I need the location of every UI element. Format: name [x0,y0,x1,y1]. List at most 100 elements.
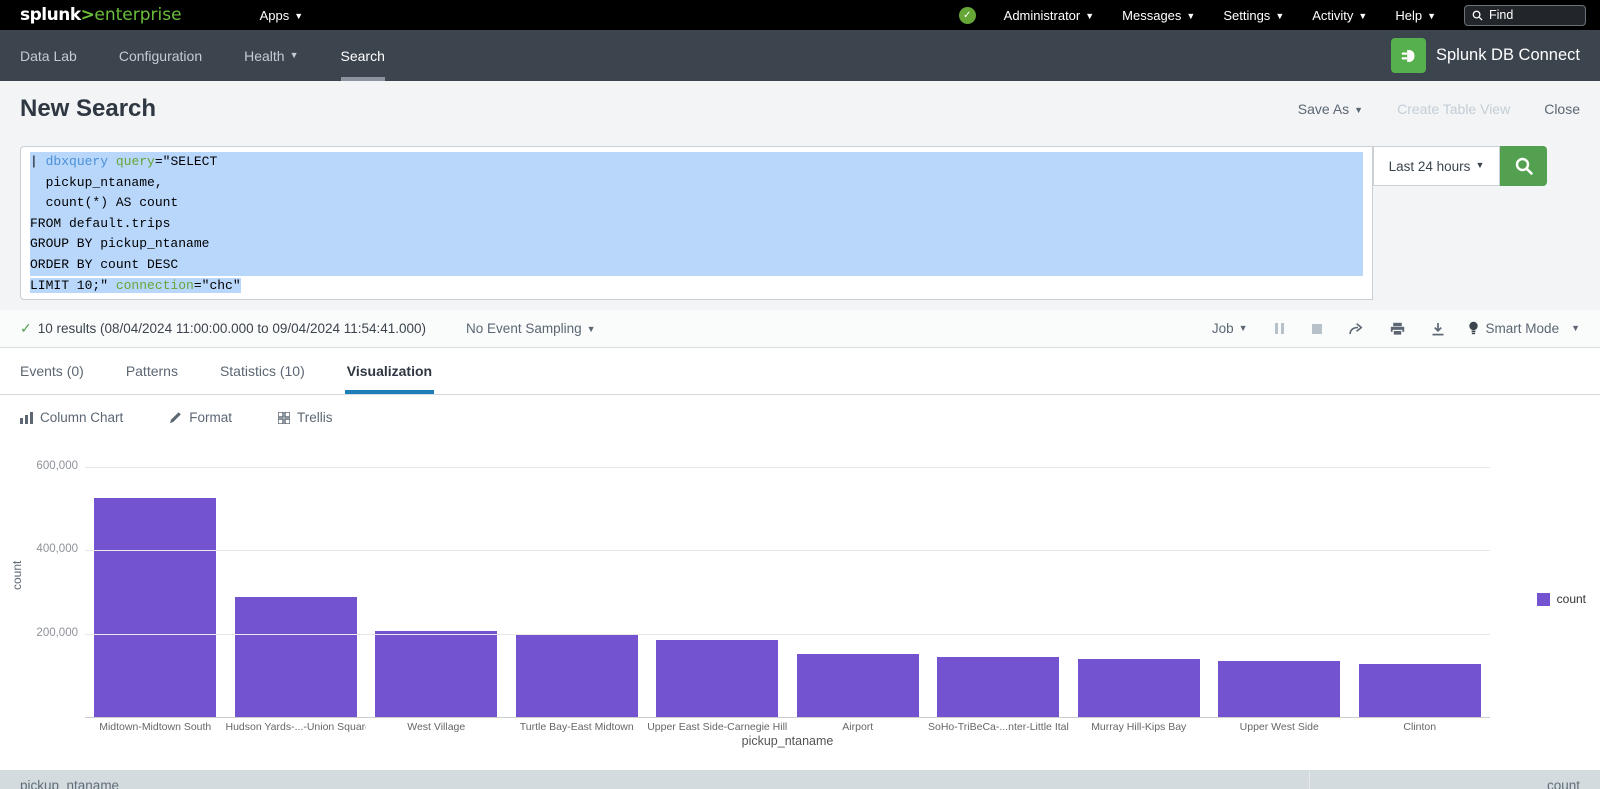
bar-upper-west-side[interactable] [1218,661,1340,717]
bar-slot [366,466,507,717]
logo-product: enterprise [94,5,181,25]
bar-slot [1350,466,1491,717]
bar-airport[interactable] [797,654,919,717]
format-button[interactable]: Format [169,410,232,425]
plug-icon [1398,45,1420,67]
bar-hudson-yards-union-square[interactable] [235,597,357,717]
share-job-button[interactable] [1335,322,1377,336]
x-axis-category-label: Hudson Yards-...-Union Square [226,721,367,733]
splunk-logo[interactable]: splunk>enterprise [20,5,182,25]
event-sampling-menu[interactable]: No Event Sampling▼ [466,321,595,336]
chevron-down-icon: ▼ [1475,160,1484,170]
table-column-header[interactable]: pickup_ntaname [0,770,1310,789]
db-connect-app-icon[interactable] [1391,38,1426,73]
export-button[interactable] [1418,322,1458,336]
app-nav: Data Lab Configuration Health▼ Search [20,30,427,81]
x-axis-category-label: SoHo-TriBeCa-...nter-Little Italy [928,721,1069,733]
page-header: New Search Save As▼ Create Table View Cl… [0,81,1600,137]
x-axis-category-label: Clinton [1350,721,1491,733]
search-bar-area: | dbxquery query="SELECT pickup_ntaname,… [0,137,1600,310]
pencil-icon [169,411,182,424]
job-menu[interactable]: Job▼ [1199,321,1261,336]
apps-menu[interactable]: Apps▼ [260,8,304,23]
chevron-down-icon: ▼ [1358,11,1367,21]
x-axis-category-label: Murray Hill-Kips Bay [1069,721,1210,733]
run-search-button[interactable] [1500,146,1547,186]
print-button[interactable] [1377,322,1418,336]
x-axis-category-labels: Midtown-Midtown SouthHudson Yards-...-Un… [85,721,1490,733]
time-range-picker[interactable]: Last 24 hours▼ [1373,146,1500,186]
legend-swatch [1537,593,1550,606]
search-icon [1514,156,1534,176]
bar-slot [647,466,788,717]
app-nav-item-search[interactable]: Search [341,30,407,81]
x-axis-category-label: Midtown-Midtown South [85,721,226,733]
find-search-box[interactable]: Find [1464,5,1586,26]
close-button[interactable]: Close [1544,101,1580,117]
topbar-menu-administrator[interactable]: Administrator▼ [1004,8,1095,23]
stop-job-button[interactable] [1299,324,1335,334]
tab-patterns[interactable]: Patterns [126,348,178,394]
app-nav-item-configuration[interactable]: Configuration [119,30,224,81]
app-title[interactable]: Splunk DB Connect [1436,46,1580,65]
y-axis-tick-label: 600,000 [0,460,78,472]
trellis-grid-icon [278,412,290,424]
query-line: GROUP BY pickup_ntaname [30,234,1363,255]
topbar-menu-help[interactable]: Help▼ [1395,8,1436,23]
chevron-down-icon: ▼ [1239,323,1248,333]
chart-type-picker[interactable]: Column Chart [20,410,123,425]
x-axis-category-label: Upper West Side [1209,721,1350,733]
legend-label: count [1557,592,1586,606]
active-tab-underline [345,390,434,394]
print-icon [1390,322,1405,336]
bar-midtown-midtown-south[interactable] [94,498,216,717]
bar-turtle-bay-east-midtown[interactable] [516,635,638,717]
topbar-menu-settings[interactable]: Settings▼ [1223,8,1284,23]
chart-legend[interactable]: count [1537,592,1586,606]
create-table-view-button: Create Table View [1397,101,1510,117]
search-mode-menu[interactable]: Smart Mode▼ [1468,321,1580,336]
x-axis-title: pickup_ntaname [85,734,1490,748]
table-column-header[interactable]: count [1310,770,1600,789]
tab-visualization[interactable]: Visualization [347,348,432,394]
trellis-button[interactable]: Trellis [278,410,333,425]
app-nav-item-data-lab[interactable]: Data Lab [20,30,99,81]
x-axis-category-label: Airport [788,721,929,733]
x-axis-line [85,717,1490,718]
bar-west-village[interactable] [375,631,497,717]
column-chart-icon [20,412,33,424]
bar-slot [788,466,929,717]
bar-clinton[interactable] [1359,664,1481,717]
logo-gt: > [81,5,95,25]
search-query-input[interactable]: | dbxquery query="SELECT pickup_ntaname,… [20,146,1373,300]
bar-slot [1069,466,1210,717]
visualization-toolbar: Column Chart Format Trellis [0,395,1600,440]
statistics-table-header: pickup_ntaname count [0,770,1600,789]
job-status-bar: ✓ 10 results (08/04/2024 11:00:00.000 to… [0,310,1600,348]
chevron-down-icon: ▼ [1085,11,1094,21]
bar-soho-tribeca-nter-little-italy[interactable] [937,657,1059,717]
gridline [85,634,1490,635]
query-line: pickup_ntaname, [30,173,1363,194]
bar-murray-hill-kips-bay[interactable] [1078,659,1200,717]
lightbulb-icon [1468,321,1479,336]
chevron-down-icon: ▼ [1186,11,1195,21]
pause-job-button[interactable] [1261,323,1299,334]
chevron-down-icon: ▼ [1571,323,1580,333]
find-placeholder: Find [1489,8,1513,22]
column-chart: count 600,000400,000200,000 Midtown-Midt… [0,440,1600,770]
bar-upper-east-side-carnegie-hill[interactable] [656,640,778,717]
y-axis-tick-label: 200,000 [0,627,78,639]
plot-area [85,466,1490,717]
chevron-down-icon: ▼ [587,324,596,334]
page-title: New Search [20,95,156,123]
bar-slot [507,466,648,717]
save-as-button[interactable]: Save As▼ [1298,101,1363,117]
tab-events-0[interactable]: Events (0) [20,348,84,394]
topbar-menu-messages[interactable]: Messages▼ [1122,8,1195,23]
app-nav-item-health[interactable]: Health▼ [244,30,320,81]
topbar-menu-activity[interactable]: Activity▼ [1312,8,1367,23]
tab-statistics-10[interactable]: Statistics (10) [220,348,305,394]
health-status-icon[interactable]: ✓ [959,7,976,24]
bar-slot [226,466,367,717]
